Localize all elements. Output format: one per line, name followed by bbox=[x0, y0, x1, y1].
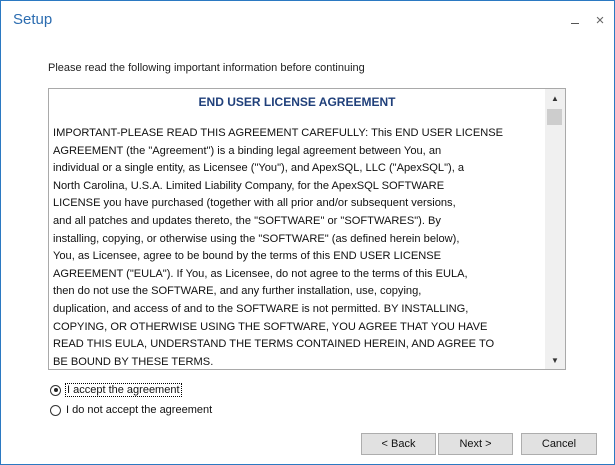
eula-line: AGREEMENT (the "Agreement") is a binding… bbox=[53, 144, 442, 157]
eula-line: installing, copying, or otherwise using … bbox=[53, 232, 460, 245]
eula-title: END USER LICENSE AGREEMENT bbox=[198, 95, 396, 109]
setup-window: Setup × Please read the following import… bbox=[0, 0, 615, 465]
eula-line: READ THIS EULA, UNDERSTAND THE TERMS CON… bbox=[53, 338, 495, 351]
close-icon: × bbox=[595, 11, 605, 29]
title-bar: Setup × bbox=[1, 1, 614, 39]
eula-line: BE BOUND BY THESE TERMS. bbox=[53, 355, 214, 368]
cancel-button[interactable]: Cancel bbox=[521, 433, 597, 455]
accept-radio[interactable] bbox=[50, 384, 61, 396]
intro-text: Please read the following important info… bbox=[48, 62, 365, 74]
eula-line: COPYING, OR OTHERWISE USING THE SOFTWARE… bbox=[53, 320, 488, 333]
accept-option[interactable]: I accept the agreement bbox=[50, 383, 182, 397]
eula-content: END USER LICENSE AGREEMENT IMPORTANT-PLE… bbox=[49, 89, 545, 369]
triangle-up-icon: ▲ bbox=[551, 93, 559, 103]
decline-label[interactable]: I do not accept the agreement bbox=[66, 404, 212, 416]
decline-radio[interactable] bbox=[50, 404, 61, 416]
eula-line: North Carolina, U.S.A. Limited Liability… bbox=[53, 179, 445, 192]
eula-line: duplication, and access of and to the SO… bbox=[53, 302, 469, 315]
eula-line: You, as Licensee, agree to be bound by t… bbox=[53, 250, 442, 263]
back-button[interactable]: < Back bbox=[361, 433, 436, 455]
eula-scrollbar[interactable]: ▲ ▼ bbox=[545, 89, 565, 369]
eula-line: LICENSE you have purchased (together wit… bbox=[53, 197, 456, 210]
eula-line: AGREEMENT ("EULA"). If You, as Licensee,… bbox=[53, 267, 468, 280]
eula-body: IMPORTANT-PLEASE READ THIS AGREEMENT CAR… bbox=[53, 125, 541, 369]
eula-line: and all patches and updates thereto, the… bbox=[53, 214, 441, 227]
next-button[interactable]: Next > bbox=[438, 433, 513, 455]
decline-option[interactable]: I do not accept the agreement bbox=[50, 404, 212, 416]
window-title: Setup bbox=[13, 11, 53, 28]
scroll-thumb[interactable] bbox=[547, 109, 562, 125]
scroll-down-button[interactable]: ▼ bbox=[545, 351, 565, 369]
eula-line: individual or a single entity, as Licens… bbox=[53, 162, 465, 175]
minimize-icon bbox=[571, 22, 579, 24]
accept-label[interactable]: I accept the agreement bbox=[65, 383, 182, 397]
triangle-down-icon: ▼ bbox=[551, 355, 559, 365]
eula-line: then do not use the SOFTWARE, and any fu… bbox=[53, 285, 422, 298]
minimize-button[interactable] bbox=[564, 9, 586, 31]
eula-textbox[interactable]: END USER LICENSE AGREEMENT IMPORTANT-PLE… bbox=[48, 88, 566, 370]
eula-line: IMPORTANT-PLEASE READ THIS AGREEMENT CAR… bbox=[53, 127, 504, 139]
scroll-up-button[interactable]: ▲ bbox=[545, 89, 565, 107]
close-button[interactable]: × bbox=[589, 9, 611, 31]
